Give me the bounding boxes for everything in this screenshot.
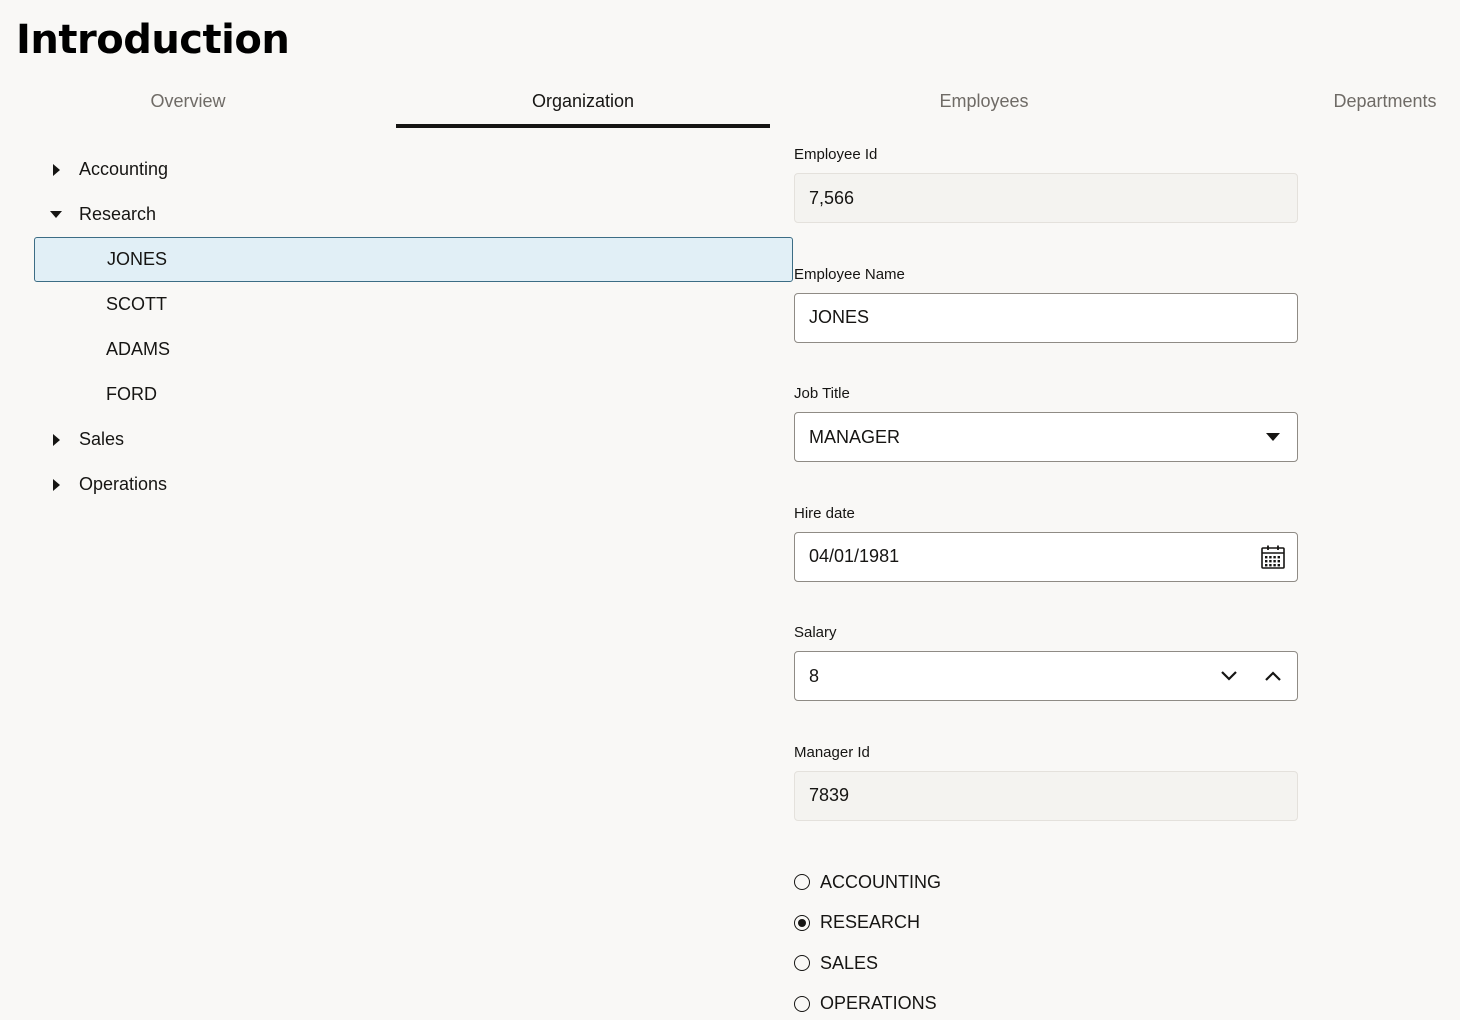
manager-id-value: 7839 xyxy=(809,785,850,805)
caret-right-icon[interactable] xyxy=(48,162,64,178)
chevron-down-icon[interactable] xyxy=(1209,652,1249,700)
manager-id-field: Manager Id 7839 xyxy=(794,738,1298,858)
tree-item-research[interactable]: Research xyxy=(34,192,794,237)
tree-item-sales[interactable]: Sales xyxy=(34,417,794,462)
job-title-select[interactable]: MANAGER xyxy=(794,412,1298,462)
job-title-value: MANAGER xyxy=(809,426,901,447)
employee-name-label: Employee Name xyxy=(794,265,905,283)
radio-accounting[interactable]: ACCOUNTING xyxy=(794,862,941,903)
employee-name-input[interactable]: JONES xyxy=(794,292,1298,343)
employee-id-field: Employee Id 7,566 xyxy=(794,140,1298,260)
job-title-label: Job Title xyxy=(794,385,850,402)
employee-name-field: Employee Name JONES xyxy=(794,260,1298,380)
radio-button[interactable] xyxy=(794,874,810,891)
salary-label: Salary xyxy=(794,624,837,641)
tab-organization[interactable]: Organization xyxy=(396,74,770,128)
tree-item-scott[interactable]: SCOTT xyxy=(34,282,794,327)
department-radioset: ACCOUNTING RESEARCH SALES OPERATIONS xyxy=(794,862,941,1020)
salary-field: Salary 8 xyxy=(794,618,1298,738)
radio-button[interactable] xyxy=(794,955,810,972)
radio-label: SALES xyxy=(820,952,879,973)
employee-id-readonly: 7,566 xyxy=(794,173,1298,223)
hire-date-value: 04/01/1981 xyxy=(809,546,900,566)
tree-item-jones[interactable]: JONES xyxy=(34,237,793,282)
radio-label: OPERATIONS xyxy=(820,993,937,1014)
hire-date-label: Hire date xyxy=(794,504,855,522)
caret-right-icon[interactable] xyxy=(48,432,64,448)
caret-down-icon[interactable] xyxy=(1253,413,1293,461)
employee-id-value: 7,566 xyxy=(809,187,855,208)
salary-input[interactable]: 8 xyxy=(794,651,1298,701)
tab-bar: Overview Organization Employees Departme… xyxy=(0,74,1460,128)
tree-item-label: Operations xyxy=(79,474,168,494)
radio-sales[interactable]: SALES xyxy=(794,943,941,984)
radio-operations[interactable]: OPERATIONS xyxy=(794,984,941,1020)
page: Introduction Overview Organization Emplo… xyxy=(0,0,1460,1020)
tree-item-label: SCOTT xyxy=(106,294,167,314)
tree-item-label: ADAMS xyxy=(106,339,171,359)
tree-item-label: JONES xyxy=(107,249,168,269)
hire-date-field: Hire date 04/01/1981 xyxy=(794,499,1298,619)
tab-overview[interactable]: Overview xyxy=(0,74,376,128)
organization-tree: Accounting Research JONES SCOTT ADAMS FO… xyxy=(34,147,794,507)
page-title: Introduction xyxy=(16,17,290,63)
tree-item-ford[interactable]: FORD xyxy=(34,372,794,417)
radio-research[interactable]: RESEARCH xyxy=(794,903,941,944)
manager-id-label: Manager Id xyxy=(794,743,870,761)
tree-item-label: Sales xyxy=(79,429,125,449)
tree-item-label: Research xyxy=(79,204,157,224)
radio-button[interactable] xyxy=(794,995,810,1012)
tab-employees[interactable]: Employees xyxy=(794,74,1174,128)
job-title-field: Job Title MANAGER xyxy=(794,379,1298,499)
radio-label: RESEARCH xyxy=(820,912,921,933)
employee-id-label: Employee Id xyxy=(794,146,878,163)
tree-item-label: Accounting xyxy=(79,159,169,179)
caret-right-icon[interactable] xyxy=(48,477,64,493)
employee-name-value: JONES xyxy=(809,307,870,327)
tree-item-operations[interactable]: Operations xyxy=(34,462,794,507)
hire-date-input[interactable]: 04/01/1981 xyxy=(794,531,1298,582)
chevron-up-icon[interactable] xyxy=(1253,652,1293,700)
tree-item-label: FORD xyxy=(106,384,157,404)
radio-button-selected[interactable] xyxy=(794,914,810,931)
tree-item-accounting[interactable]: Accounting xyxy=(34,147,794,192)
employee-form: Employee Id 7,566 Employee Name JONES Jo… xyxy=(794,140,1298,857)
caret-down-icon[interactable] xyxy=(48,207,64,223)
tab-departments[interactable]: Departments xyxy=(1310,74,1460,128)
radio-label: ACCOUNTING xyxy=(820,871,941,892)
calendar-icon[interactable] xyxy=(1253,533,1293,581)
tree-item-adams[interactable]: ADAMS xyxy=(34,327,794,372)
manager-id-readonly: 7839 xyxy=(794,770,1298,821)
